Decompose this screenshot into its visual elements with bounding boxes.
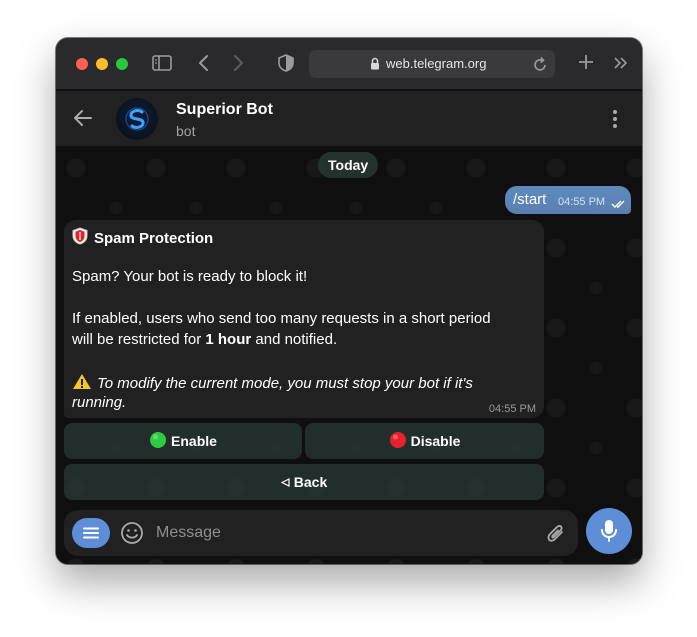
outgoing-message-time: 04:55 PM xyxy=(558,196,606,208)
tab-overflow-icon[interactable] xyxy=(613,56,629,70)
incoming-message[interactable]: Spam Protection Spam? Your bot is ready … xyxy=(64,220,544,418)
new-tab-icon[interactable] xyxy=(578,54,594,70)
voice-record-button[interactable] xyxy=(586,508,632,554)
sidebar-toggle-icon[interactable] xyxy=(152,54,172,72)
bot-logo-icon xyxy=(125,107,149,131)
nav-back-icon[interactable] xyxy=(198,54,210,72)
attach-paperclip-icon[interactable] xyxy=(546,522,566,549)
maximize-window-button[interactable] xyxy=(116,58,128,70)
message-title: Spam Protection xyxy=(94,229,214,247)
warning-line-2: running. xyxy=(72,394,127,411)
red-circle-icon xyxy=(389,431,407,452)
more-options-icon[interactable] xyxy=(612,109,618,134)
address-bar[interactable]: web.telegram.org xyxy=(309,50,555,78)
reload-icon[interactable] xyxy=(533,56,547,77)
chat-subtitle: bot xyxy=(176,123,196,139)
chat-header: Superior Bot bot xyxy=(56,91,642,147)
browser-window: web.telegram.org Superior Bot bot Today … xyxy=(56,38,642,564)
chat-area: Today /start 04:55 PM Spam Protection Sp… xyxy=(56,148,642,564)
back-triangle-icon xyxy=(280,474,290,490)
warning-line: To modify the current mode, you must sto… xyxy=(72,373,473,394)
message-bold-duration: 1 hour xyxy=(205,331,252,348)
bot-avatar[interactable] xyxy=(116,98,158,140)
bot-menu-button[interactable] xyxy=(72,518,110,548)
back-label: Back xyxy=(293,474,328,490)
close-window-button[interactable] xyxy=(76,58,88,70)
back-arrow-icon[interactable] xyxy=(72,107,94,134)
emoji-icon[interactable] xyxy=(120,521,144,550)
microphone-icon xyxy=(601,520,617,542)
back-button[interactable]: Back xyxy=(64,464,544,500)
nav-forward-icon[interactable] xyxy=(232,54,244,72)
message-text-segment: will be restricted for xyxy=(72,331,206,348)
disable-button[interactable]: Disable xyxy=(305,423,544,459)
message-line: Spam? Your bot is ready to block it! xyxy=(72,268,308,285)
lock-icon xyxy=(370,57,380,75)
green-circle-icon xyxy=(149,431,167,452)
message-input[interactable] xyxy=(156,520,536,546)
url-text: web.telegram.org xyxy=(386,56,487,71)
message-title-row: Spam Protection xyxy=(72,227,213,249)
message-line: If enabled, users who send too many requ… xyxy=(72,310,491,327)
enable-button[interactable]: Enable xyxy=(64,423,302,459)
date-separator: Today xyxy=(318,152,379,178)
enable-label: Enable xyxy=(171,433,217,449)
message-text-segment: and notified. xyxy=(251,331,338,348)
privacy-shield-icon[interactable] xyxy=(278,54,294,72)
warning-text: To modify the current mode, you must sto… xyxy=(97,375,473,392)
menu-icon xyxy=(83,527,99,539)
shield-emoji-icon xyxy=(72,227,88,249)
minimize-window-button[interactable] xyxy=(96,58,108,70)
incoming-message-time: 04:55 PM xyxy=(488,403,536,415)
read-checkmarks-icon xyxy=(611,196,627,214)
disable-label: Disable xyxy=(410,433,461,449)
message-composer xyxy=(64,510,578,556)
browser-toolbar: web.telegram.org xyxy=(56,38,642,90)
warning-emoji-icon xyxy=(72,373,92,394)
chat-title[interactable]: Superior Bot xyxy=(176,101,273,119)
outgoing-message[interactable]: /start 04:55 PM xyxy=(505,186,631,214)
outgoing-message-text: /start xyxy=(513,191,547,208)
message-line: will be restricted for 1 hour and notifi… xyxy=(72,331,337,348)
